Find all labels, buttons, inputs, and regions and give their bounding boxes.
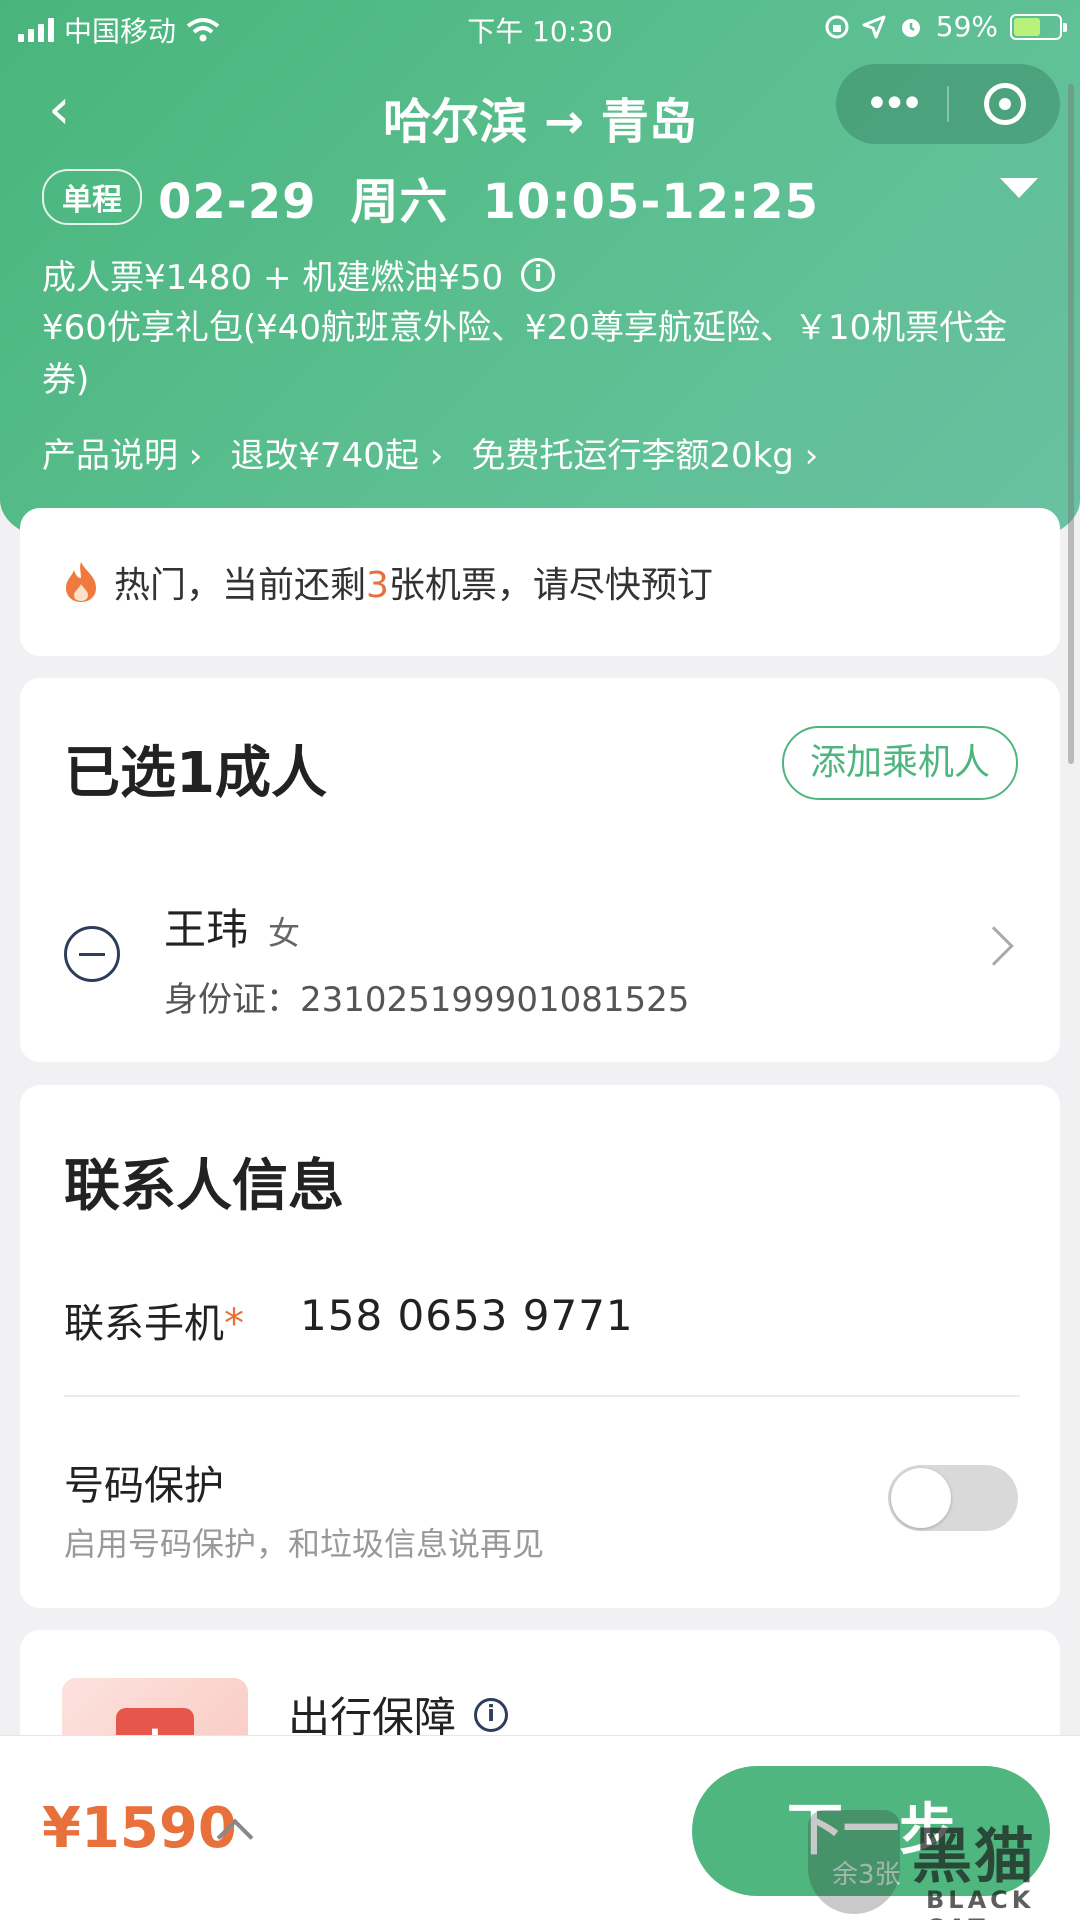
protection-label: 号码保护 (64, 1463, 224, 1509)
alarm-icon (901, 18, 920, 37)
mini-program-capsule: ••• (836, 64, 1060, 144)
trip-info: 02-29 周六 10:05-12:25 (158, 162, 853, 232)
dropdown-icon[interactable] (1000, 178, 1038, 198)
phone-label: 联系手机* (64, 1291, 244, 1349)
hot-notice-text: 热门，当前还剩3张机票，请尽快预订 (114, 556, 713, 608)
hot-notice-card: 热门，当前还剩3张机票，请尽快预订 (20, 508, 1060, 656)
watermark-en: BLACK CAT (926, 1886, 1035, 1920)
protection-description: 启用号码保护，和垃圾信息说再见 (64, 1525, 545, 1563)
chevron-right-icon[interactable] (974, 926, 1014, 966)
contact-card: 联系人信息 联系手机* 158 0653 9771 号码保护 启用号码保护，和垃… (20, 1085, 1060, 1608)
status-bar: 中国移动 下午 10:30 59% (0, 0, 1080, 54)
phone-field[interactable]: 158 0653 9771 (300, 1291, 634, 1340)
info-icon[interactable]: i (474, 1697, 509, 1732)
trip-weekday: 周六 (350, 174, 449, 230)
trip-type-badge: 单程 (42, 169, 142, 225)
toggle-knob (891, 1468, 951, 1528)
gift-package-text: ¥60优享礼包(¥40航班意外险、¥20尊享航延险、￥10机票代金券) (42, 308, 1008, 400)
remove-icon[interactable] (64, 926, 120, 982)
passenger-gender: 女 (268, 914, 301, 952)
passenger-name: 王玮 (164, 905, 249, 954)
fare-text: 成人票¥1480 + 机建燃油¥50 (42, 258, 504, 298)
watermark-cn: 黑猫 (912, 1822, 1036, 1892)
protection-toggle[interactable] (888, 1465, 1018, 1531)
phone-label-text: 联系手机 (64, 1301, 224, 1347)
battery-percent: 59% (935, 10, 998, 43)
add-passenger-button[interactable]: 添加乘机人 (782, 726, 1018, 800)
flame-icon (66, 562, 96, 602)
location-icon (862, 15, 886, 38)
fare-breakdown: 成人票¥1480 + 机建燃油¥50 i (42, 250, 556, 299)
battery-icon (1010, 13, 1067, 40)
passenger-id: 身份证：231025199901081525 (164, 980, 690, 1020)
link-baggage[interactable]: 免费托运行李额20kg › (471, 428, 818, 477)
passenger-title: 已选1成人 (64, 741, 327, 806)
battery-fill (1014, 17, 1040, 36)
total-price[interactable]: ¥1590 (42, 1796, 237, 1861)
rotation-lock-icon (825, 15, 849, 38)
passenger-name-row[interactable]: 王玮女 (164, 896, 300, 957)
divider (64, 1395, 1020, 1397)
trip-time: 10:05-12:25 (482, 174, 820, 230)
target-icon[interactable] (949, 83, 1060, 125)
more-icon[interactable]: ••• (836, 81, 947, 127)
scrollbar[interactable] (1068, 84, 1074, 764)
info-icon[interactable]: i (521, 257, 556, 292)
watermark: 黑猫 BLACK CAT (808, 1790, 1080, 1920)
hot-notice-prefix: 热门，当前还剩 (114, 565, 367, 606)
trip-date: 02-29 (158, 174, 317, 230)
link-refund-change[interactable]: 退改¥740起 › (230, 428, 443, 477)
cat-logo-icon (808, 1810, 900, 1914)
link-product-info[interactable]: 产品说明 › (42, 428, 202, 477)
trip-summary: 单程 02-29 周六 10:05-12:25 (42, 162, 853, 232)
passenger-card: 已选1成人 添加乘机人 王玮女 身份证：231025199901081525 (20, 678, 1060, 1062)
hot-notice-suffix: 张机票，请尽快预订 (388, 565, 713, 606)
remaining-count: 3 (366, 565, 389, 606)
contact-title: 联系人信息 (64, 1154, 344, 1219)
info-links: 产品说明 › 退改¥740起 › 免费托运行李额20kg › (42, 428, 846, 477)
required-mark: * (224, 1301, 244, 1347)
